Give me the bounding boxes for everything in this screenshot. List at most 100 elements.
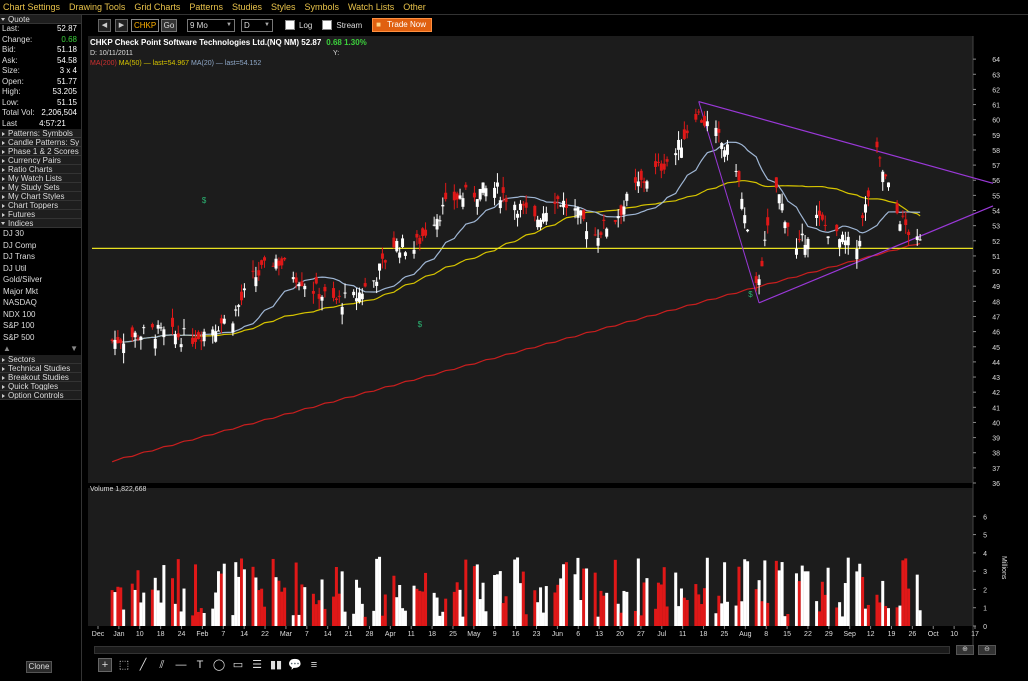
menu-drawing-tools[interactable]: Drawing Tools <box>69 2 125 12</box>
volume-bar <box>918 610 922 626</box>
more-tool-icon[interactable]: ≡ <box>307 658 321 672</box>
volume-bar <box>585 568 589 626</box>
forward-button[interactable]: ▶ <box>115 18 128 32</box>
volume-bar <box>271 558 275 626</box>
panel-my-study-sets[interactable]: My Study Sets <box>0 183 81 192</box>
panel-candle-patterns-sy[interactable]: Candle Patterns: Sy <box>0 138 81 147</box>
symbol-input[interactable]: CHKP <box>131 18 159 32</box>
volume-bar <box>780 562 784 626</box>
volume-bar <box>401 608 405 626</box>
index-item[interactable]: Gold/Silver <box>0 274 81 286</box>
candle-body <box>662 163 666 170</box>
quote-panel-header[interactable]: Quote <box>0 15 81 24</box>
trade-now-button[interactable]: Trade Now <box>372 18 432 32</box>
volume-bar <box>915 574 919 626</box>
panel-chart-toppers[interactable]: Chart Toppers <box>0 201 81 210</box>
volume-bar <box>191 615 195 626</box>
candle-body <box>217 330 221 332</box>
volume-bar <box>214 592 218 626</box>
price-chart[interactable]: 3637383940414243444546474849505152535455… <box>88 36 1025 660</box>
index-item[interactable]: DJ Trans <box>0 251 81 263</box>
price-tick-label: 38 <box>992 451 1000 458</box>
text-tool-icon[interactable]: T <box>193 658 207 672</box>
index-item[interactable]: NASDAQ <box>0 297 81 309</box>
chart-area[interactable]: 36 37 38 39 40 41 42 43 44 45 46 47 48 49 50 51 52 53 54 55… <box>88 36 1025 660</box>
panel-my-chart-styles[interactable]: My Chart Styles <box>0 192 81 201</box>
pen-tool-icon[interactable]: ╱ <box>136 658 150 672</box>
stream-checkbox-box[interactable] <box>322 20 333 30</box>
select-tool-icon[interactable]: ⬚ <box>117 658 131 672</box>
volume-axis: 0 1 2 3 4 5 6 <box>973 514 987 631</box>
panel-my-watch-lists[interactable]: My Watch Lists <box>0 174 81 183</box>
panel-futures[interactable]: Futures <box>0 210 81 219</box>
stream-checkbox[interactable]: Stream <box>322 20 362 30</box>
ma-legend: MA(200) MA(50) — last=54.967 MA(20) — la… <box>90 60 261 67</box>
zoom-out-icon[interactable]: ⊖ <box>978 645 996 655</box>
period-select[interactable]: 9 Mo <box>187 18 235 32</box>
candle-body <box>697 111 701 113</box>
menu-patterns[interactable]: Patterns <box>189 2 223 12</box>
clone-button[interactable]: Clone <box>26 661 52 673</box>
menu-styles[interactable]: Styles <box>271 2 296 12</box>
candle-body <box>774 177 778 188</box>
fibonacci-tool-icon[interactable]: ☰ <box>250 658 264 672</box>
candle-body <box>596 238 600 246</box>
volume-bar <box>743 559 747 626</box>
menu-grid-charts[interactable]: Grid Charts <box>134 2 180 12</box>
candle-body <box>743 215 747 224</box>
indices-panel-header[interactable]: Indices <box>0 219 81 228</box>
interval-select[interactable]: D <box>241 18 273 32</box>
volume-bar <box>196 611 200 626</box>
scroll-up-icon[interactable]: ▲ <box>3 343 11 355</box>
quote-label: Total Vol: <box>2 108 35 117</box>
index-item[interactable]: Major Mkt <box>0 286 81 298</box>
menu-watch-lists[interactable]: Watch Lists <box>348 2 394 12</box>
go-button[interactable]: Go <box>161 18 177 32</box>
panel-patterns-symbols[interactable]: Patterns: Symbols <box>0 129 81 138</box>
candle-body <box>191 337 195 344</box>
log-checkbox-box[interactable] <box>285 20 295 30</box>
quote-value: 54.58 <box>56 55 77 65</box>
bars-tool-icon[interactable]: ▮▮ <box>269 658 283 672</box>
candle-body <box>277 260 281 266</box>
candle-body <box>613 219 617 222</box>
log-checkbox[interactable]: Log <box>285 20 312 30</box>
menu-symbols[interactable]: Symbols <box>305 2 340 12</box>
panel-sectors[interactable]: Sectors <box>0 355 81 364</box>
price-tick-label: 62 <box>992 87 1000 94</box>
candle-body <box>585 231 589 240</box>
volume-bar <box>619 612 623 626</box>
index-item[interactable]: NDX 100 <box>0 309 81 321</box>
panel-breakout-studies[interactable]: Breakout Studies <box>0 373 81 382</box>
index-item[interactable]: S&P 100 <box>0 320 81 332</box>
scroll-down-icon[interactable]: ▼ <box>70 343 78 355</box>
ellipse-tool-icon[interactable]: ◯ <box>212 658 226 672</box>
menu-other[interactable]: Other <box>403 2 426 12</box>
speech-tool-icon[interactable]: 💬 <box>288 658 302 672</box>
panel-ratio-charts[interactable]: Ratio Charts <box>0 165 81 174</box>
index-item[interactable]: DJ Comp <box>0 240 81 252</box>
chart-scrollbar[interactable] <box>94 646 950 654</box>
index-item[interactable]: S&P 500 <box>0 332 81 344</box>
panel-quick-toggles[interactable]: Quick Toggles <box>0 382 81 391</box>
panel-phase-1-2-scores[interactable]: Phase 1 & 2 Scores <box>0 147 81 156</box>
back-button[interactable]: ◀ <box>98 18 111 32</box>
zoom-in-icon[interactable]: ⊕ <box>956 645 974 655</box>
hline-tool-icon[interactable]: — <box>174 658 188 672</box>
panel-option-controls[interactable]: Option Controls <box>0 391 81 400</box>
panel-currency-pairs[interactable]: Currency Pairs <box>0 156 81 165</box>
volume-bar <box>136 570 140 626</box>
indices-scroll[interactable]: ▲ ▼ <box>0 343 81 355</box>
channel-tool-icon[interactable]: ⫽ <box>155 658 169 672</box>
crosshair-tool-icon[interactable]: + <box>98 658 112 672</box>
date-tick-label: 25 <box>721 631 729 638</box>
rectangle-tool-icon[interactable]: ▭ <box>231 658 245 672</box>
index-item[interactable]: DJ Util <box>0 263 81 275</box>
panel-technical-studies[interactable]: Technical Studies <box>0 364 81 373</box>
candle-body <box>355 298 359 302</box>
volume-bar <box>317 600 321 626</box>
menu-chart-settings[interactable]: Chart Settings <box>3 2 60 12</box>
menu-studies[interactable]: Studies <box>232 2 262 12</box>
volume-bar <box>823 594 827 626</box>
index-item[interactable]: DJ 30 <box>0 228 81 240</box>
